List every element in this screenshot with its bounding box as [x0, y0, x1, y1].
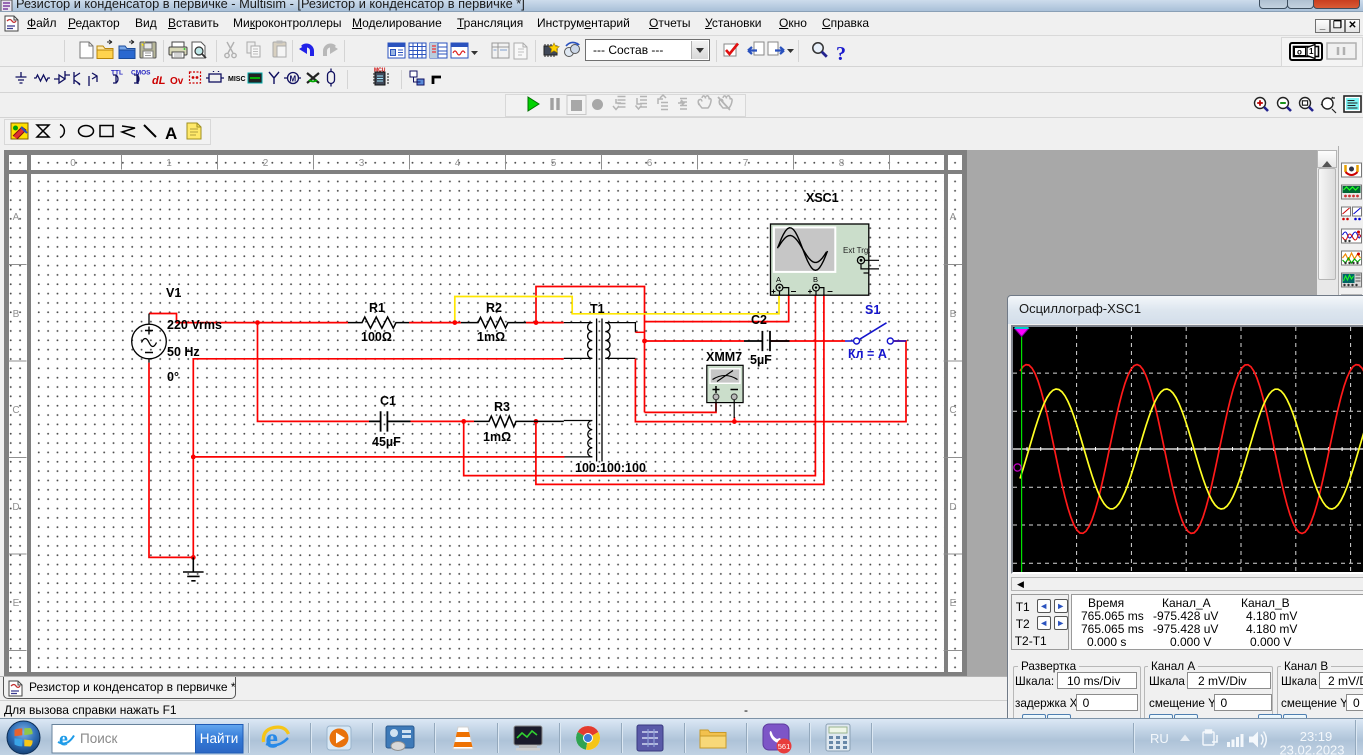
svg-text:e: e — [59, 729, 68, 751]
svg-text:C1: C1 — [380, 394, 396, 408]
svg-text:B: B — [950, 309, 957, 320]
svg-text:R3: R3 — [494, 400, 510, 414]
svg-text:1: 1 — [1309, 47, 1314, 56]
svg-text:3: 3 — [359, 158, 365, 169]
svg-text:1: 1 — [166, 158, 172, 169]
svg-text:C2: C2 — [751, 313, 767, 327]
svg-text:100Ω: 100Ω — [361, 330, 392, 344]
svg-text:0°: 0° — [167, 370, 179, 384]
svg-text:C: C — [949, 405, 956, 416]
svg-text:7: 7 — [743, 158, 749, 169]
svg-text:4: 4 — [455, 158, 461, 169]
svg-text:RU: RU — [1150, 731, 1169, 746]
svg-text:R2: R2 — [486, 301, 502, 315]
svg-text:V1: V1 — [166, 286, 181, 300]
svg-text:A: A — [776, 275, 781, 284]
svg-text:Ov: Ov — [170, 76, 184, 87]
svg-text:XSC1: XSC1 — [806, 191, 839, 205]
svg-text:S1: S1 — [865, 303, 880, 317]
svg-text:R1: R1 — [369, 301, 385, 315]
svg-text:6: 6 — [647, 158, 653, 169]
svg-text:2: 2 — [263, 158, 269, 169]
svg-text:561: 561 — [778, 742, 791, 751]
svg-text:23.02.2023: 23.02.2023 — [1279, 743, 1344, 755]
svg-text:A: A — [13, 212, 20, 223]
svg-text:5: 5 — [551, 158, 557, 169]
svg-text:5µF: 5µF — [750, 353, 772, 367]
svg-text:A: A — [950, 212, 957, 223]
svg-text:CMOS: CMOS — [131, 70, 151, 77]
svg-text:E: E — [950, 598, 957, 609]
svg-text:dL: dL — [152, 75, 166, 87]
svg-text:M: M — [290, 75, 297, 84]
svg-text:XMM7: XMM7 — [706, 350, 742, 364]
svg-text:E: E — [13, 598, 20, 609]
svg-text:0: 0 — [70, 158, 76, 169]
svg-text:C: C — [12, 405, 19, 416]
svg-text:Найти: Найти — [200, 731, 239, 746]
svg-text:B: B — [813, 275, 818, 284]
svg-text:?: ? — [836, 43, 846, 65]
svg-text:1mΩ: 1mΩ — [477, 330, 505, 344]
svg-text:Кл = А: Кл = А — [848, 347, 887, 361]
svg-text:Поиск: Поиск — [80, 731, 118, 746]
svg-text:8: 8 — [839, 158, 845, 169]
svg-text:MISC: MISC — [228, 76, 246, 83]
svg-text:50 Hz: 50 Hz — [167, 345, 200, 359]
svg-text:T1: T1 — [590, 302, 605, 316]
svg-text:100:100:100: 100:100:100 — [575, 461, 646, 475]
svg-text:Ext Trg.: Ext Trg. — [843, 246, 871, 255]
svg-text:TTL: TTL — [111, 70, 123, 77]
svg-text:MCU: MCU — [374, 68, 386, 74]
svg-text:B: B — [13, 309, 20, 320]
svg-text:220 Vrms: 220 Vrms — [167, 318, 222, 332]
svg-text:45µF: 45µF — [372, 435, 401, 449]
svg-text:D: D — [12, 502, 19, 513]
svg-text:o: o — [1297, 48, 1302, 57]
svg-text:D: D — [949, 502, 956, 513]
svg-text:A: A — [165, 124, 177, 143]
svg-text:1mΩ: 1mΩ — [483, 430, 511, 444]
